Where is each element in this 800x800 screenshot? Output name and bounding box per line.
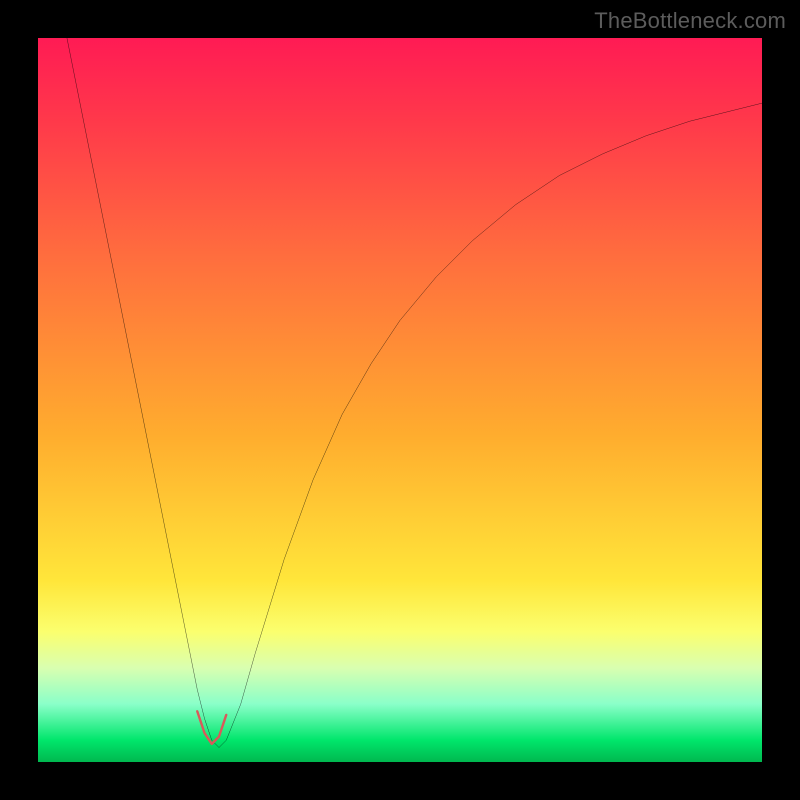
chart-frame: TheBottleneck.com xyxy=(0,0,800,800)
bottleneck-curve xyxy=(67,38,762,748)
minimum-marker xyxy=(197,711,226,744)
chart-plot-area xyxy=(38,38,762,762)
watermark-text: TheBottleneck.com xyxy=(594,8,786,34)
